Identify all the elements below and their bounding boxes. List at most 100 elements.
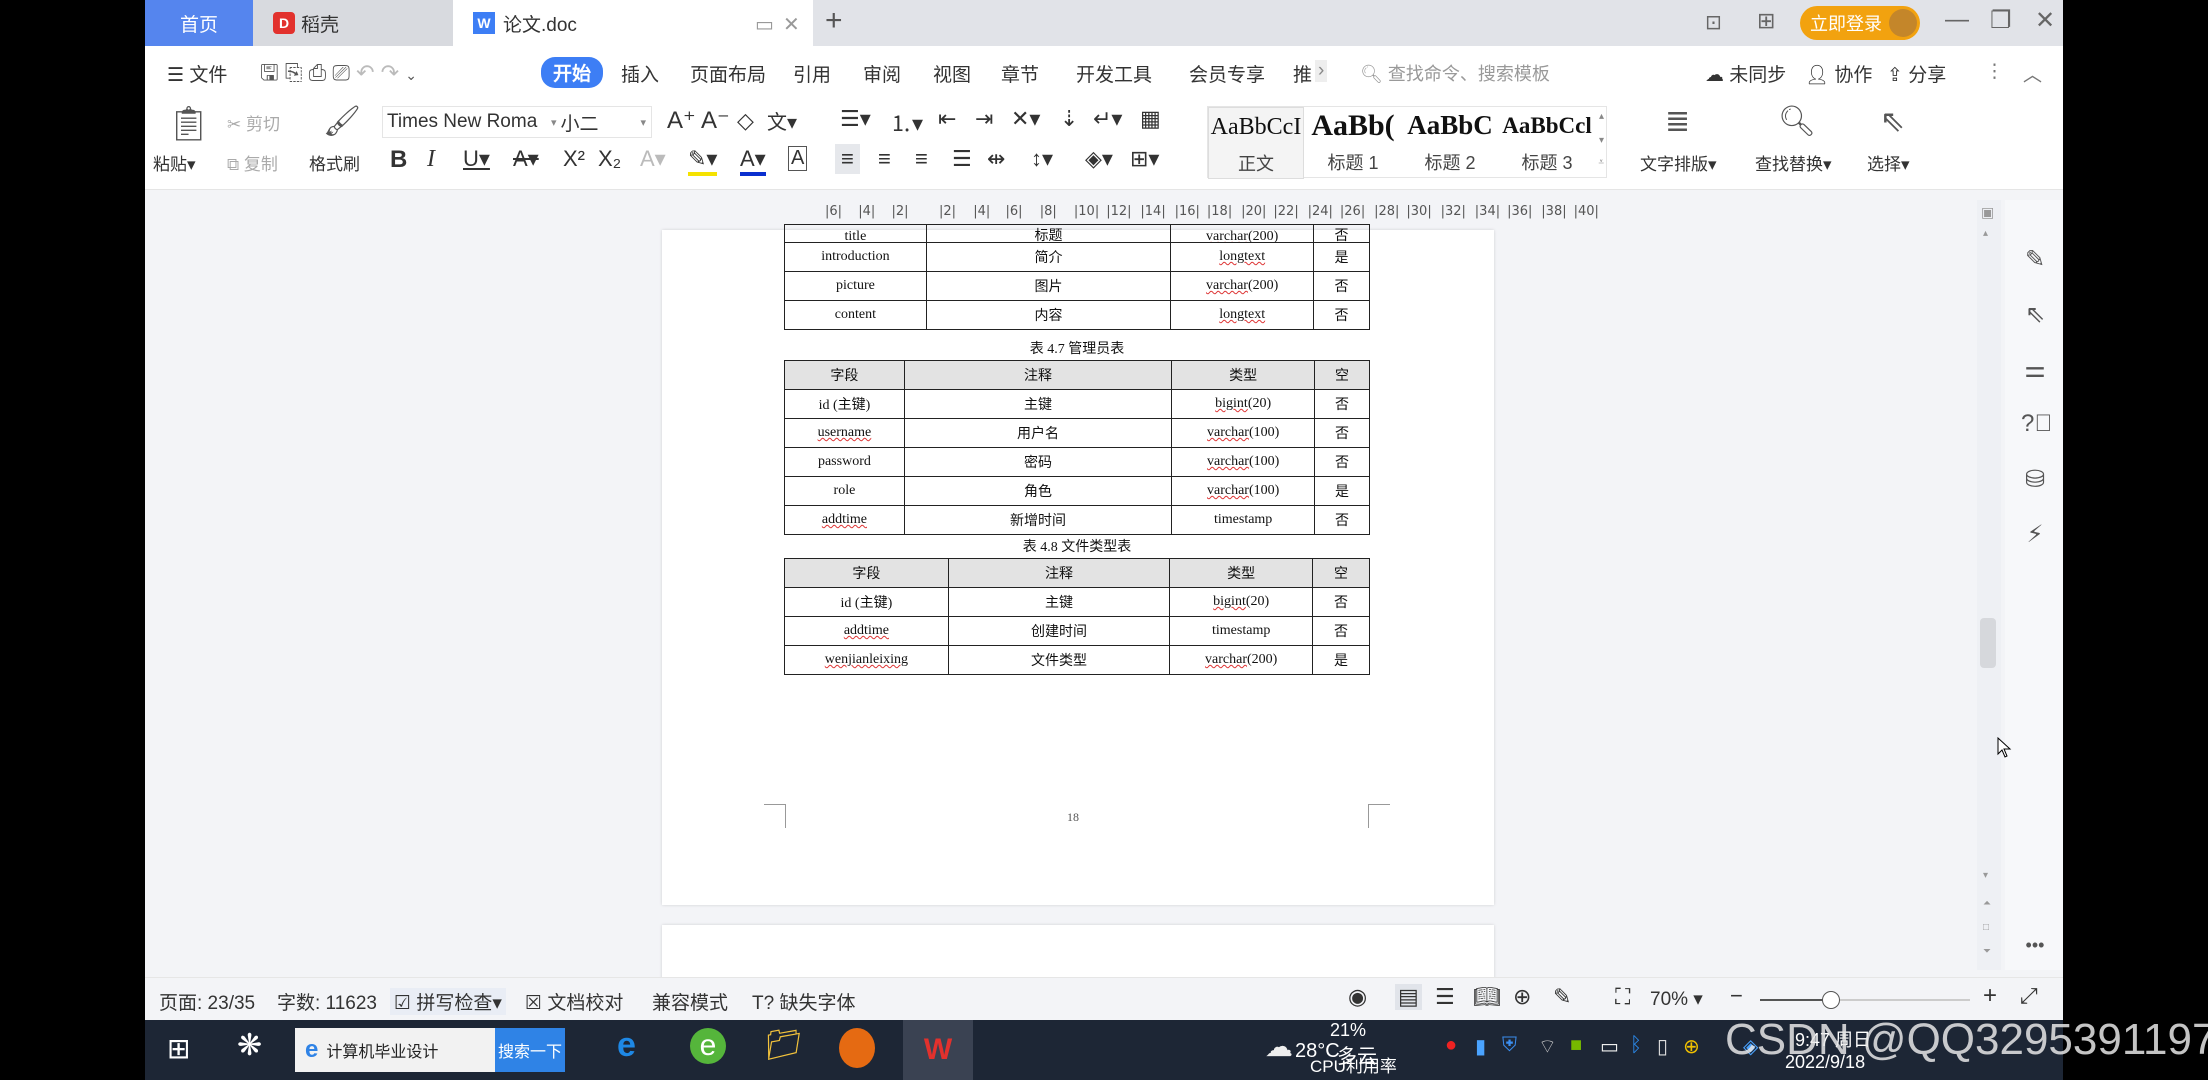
menu-tab-references[interactable]: 引用 xyxy=(793,60,831,87)
close-tab-icon[interactable]: ✕ xyxy=(783,12,800,37)
tab-daoke[interactable]: D 稻壳 xyxy=(253,0,453,46)
show-marks-icon[interactable]: ↵▾ xyxy=(1093,106,1122,132)
restore-button[interactable]: ❐ xyxy=(1990,6,2012,35)
menu-tab-view[interactable]: 视图 xyxy=(933,60,971,87)
share-button[interactable]: ⇪ 分享 xyxy=(1887,60,1946,87)
fit-page-icon[interactable]: ⛶ xyxy=(1615,984,1630,1010)
text-layout-button[interactable]: 文字排版▾ xyxy=(1640,150,1717,175)
find-replace-button[interactable]: 查找替换▾ xyxy=(1755,150,1832,175)
reading-view-icon[interactable]: 📖︎ xyxy=(1473,984,1501,1010)
windows-start-icon[interactable]: ⊞ xyxy=(167,1032,190,1065)
customize-chevron-icon[interactable]: ⌄ xyxy=(405,67,417,83)
font-size-select[interactable]: 小二 xyxy=(561,109,641,136)
menu-tab-member[interactable]: 会员专享 xyxy=(1189,60,1265,87)
split-view-icon[interactable]: ▣ xyxy=(1981,204,1994,221)
apps-grid-icon[interactable]: ⊞ xyxy=(1757,8,1775,34)
menu-tab-review[interactable]: 审阅 xyxy=(863,60,901,87)
save-icon[interactable]: 🖫 xyxy=(260,60,279,85)
style-scroll-down-icon[interactable]: ▾ xyxy=(1599,135,1604,146)
redo-icon[interactable]: ↷ xyxy=(381,60,399,85)
app-launcher-icon[interactable]: ❋ xyxy=(237,1028,262,1063)
security-shield-icon[interactable]: ⛨ xyxy=(1502,1034,1517,1057)
style-heading-3[interactable]: AaBbCcl 标题 3 xyxy=(1498,107,1596,179)
more-tools-icon[interactable]: ••• xyxy=(2021,935,2049,956)
fullscreen-icon[interactable]: ⤢ xyxy=(2020,983,2038,1009)
wifi-icon[interactable]: ⌔ xyxy=(1538,1034,1557,1059)
text-layout-icon[interactable]: ≣ xyxy=(1665,104,1690,139)
vertical-scrollbar[interactable]: ▣ ▴ ▾ ⏶ □ ⏷ xyxy=(1977,200,2001,970)
zoom-out-button[interactable]: − xyxy=(1730,983,1743,1009)
wps-taskbar-icon[interactable]: W xyxy=(903,1020,973,1080)
numbered-list-icon[interactable]: ⒈▾ xyxy=(890,106,923,138)
page-view-icon[interactable]: ▤ xyxy=(1395,984,1422,1010)
help-icon[interactable]: ?⃝ xyxy=(2021,410,2052,438)
file-explorer-icon[interactable]: 📁︎ xyxy=(765,1028,803,1063)
bluetooth-icon[interactable]: ᛒ xyxy=(1630,1034,1642,1057)
bullet-list-icon[interactable]: ☰▾ xyxy=(840,106,871,132)
font-name-chevron-icon[interactable]: ▾ xyxy=(551,116,557,129)
document-page[interactable]: title 标题 varchar(200) 否 introduction 简介 longte… xyxy=(662,224,1494,905)
usb-tray-icon[interactable]: ▮ xyxy=(1475,1034,1486,1059)
line-spacing-button[interactable]: ↕▾ xyxy=(1031,146,1053,172)
smart-tool-icon[interactable]: ⚡ xyxy=(2021,520,2049,549)
justify-button[interactable]: ☰ xyxy=(952,146,972,172)
clear-format-icon[interactable]: ◇ xyxy=(737,108,754,134)
find-replace-icon[interactable]: 🔍︎ xyxy=(1778,104,1816,139)
superscript-button[interactable]: X² xyxy=(563,146,585,172)
underline-button[interactable]: U▾ xyxy=(463,146,490,172)
export-pdf-icon[interactable]: ⎘ xyxy=(285,60,303,85)
style-body-text[interactable]: AaBbCcI 正文 xyxy=(1208,107,1304,179)
char-border-button[interactable]: A xyxy=(788,146,808,171)
adjust-sliders-icon[interactable]: ⚌ xyxy=(2021,355,2049,384)
next-document-page[interactable] xyxy=(662,925,1494,985)
collapse-ribbon-icon[interactable]: ︿ xyxy=(2023,60,2042,87)
highlight-button[interactable]: ✎▾ xyxy=(688,146,718,176)
style-expand-icon[interactable]: ⩡ xyxy=(1598,157,1604,168)
prev-page-icon[interactable]: ⏶ xyxy=(1983,898,1991,909)
bold-button[interactable]: B xyxy=(390,146,407,174)
paste-icon[interactable]: 📋︎ xyxy=(167,104,210,144)
font-name-select[interactable]: Times New Roma xyxy=(387,111,547,133)
format-painter-icon[interactable]: 🖌︎ xyxy=(323,104,361,139)
paste-button[interactable]: 粘贴▾ xyxy=(153,150,196,175)
sync-status-button[interactable]: ☁ 未同步 xyxy=(1705,60,1786,87)
format-painter-button[interactable]: 格式刷 xyxy=(309,150,360,175)
align-center-button[interactable]: ≡ xyxy=(878,146,891,172)
style-heading-1[interactable]: AaBb( 标题 1 xyxy=(1304,107,1402,179)
grow-font-icon[interactable]: A⁺ xyxy=(667,106,696,135)
page-indicator[interactable]: 页面: 23/35 xyxy=(159,988,255,1015)
doc-proof-button[interactable]: ☒ 文档校对 xyxy=(525,988,623,1015)
menu-tab-chapter[interactable]: 章节 xyxy=(1001,60,1039,87)
outline-view-icon[interactable]: ☰ xyxy=(1435,984,1455,1010)
select-button[interactable]: 选择▾ xyxy=(1867,150,1910,175)
taskbar-search-button[interactable]: 搜索一下 xyxy=(495,1028,565,1072)
word-count[interactable]: 字数: 11623 xyxy=(277,988,377,1015)
browser-360-icon[interactable]: e xyxy=(690,1028,726,1064)
tab-document[interactable]: W 论文.doc ▭ ✕ xyxy=(453,0,813,46)
nvidia-icon[interactable]: ■ xyxy=(1570,1034,1582,1057)
tray-app-icon[interactable]: ● xyxy=(1445,1034,1457,1057)
next-page-icon[interactable]: ⏷ xyxy=(1983,946,1991,957)
internet-explorer-icon[interactable]: e xyxy=(617,1026,636,1065)
more-options-icon[interactable]: ⋮ xyxy=(1985,60,2004,83)
print-icon[interactable]: ⎙ xyxy=(309,60,327,85)
copy-button[interactable]: ⧉ 复制 xyxy=(227,150,278,175)
close-window-button[interactable]: ✕ xyxy=(2035,6,2055,35)
shrink-font-icon[interactable]: A⁻ xyxy=(701,106,730,135)
menu-tab-developer[interactable]: 开发工具 xyxy=(1076,60,1152,87)
horizontal-ruler[interactable]: |6| |4| |2| |2| |4| |6| |8| |10| |12| |14| |16| |18… xyxy=(675,200,1635,226)
text-effect-button[interactable]: A▾ xyxy=(640,146,666,172)
tab-home[interactable]: 首页 xyxy=(145,0,253,46)
cut-button[interactable]: ✂ 剪切 xyxy=(227,110,280,135)
scroll-up-icon[interactable]: ▴ xyxy=(1983,228,1988,239)
removable-drive-icon[interactable]: ▯ xyxy=(1657,1034,1668,1059)
pinyin-guide-icon[interactable]: 文▾ xyxy=(767,106,797,135)
font-size-chevron-icon[interactable]: ▾ xyxy=(641,116,647,129)
undo-icon[interactable]: ↶ xyxy=(356,60,374,85)
pin-icon[interactable]: ▭ xyxy=(755,12,774,37)
web-view-icon[interactable]: ⊕ xyxy=(1513,984,1531,1010)
menu-tab-start[interactable]: 开始 xyxy=(541,57,604,88)
media-player-icon[interactable] xyxy=(839,1028,875,1068)
command-search-input[interactable]: 🔍︎ 查找命令、搜索模板 xyxy=(1360,60,1550,86)
eye-protect-icon[interactable]: ◉ xyxy=(1348,984,1367,1010)
